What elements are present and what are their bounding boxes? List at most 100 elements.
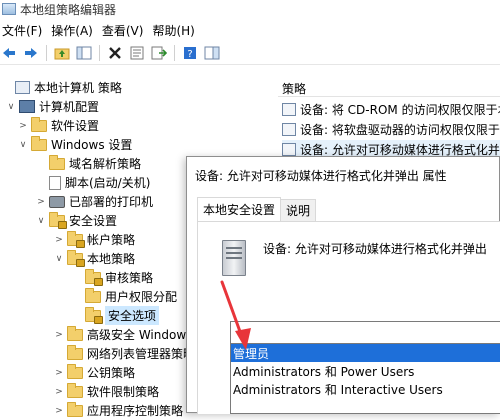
menu-view[interactable]: 查看(V): [100, 22, 151, 39]
tree-item-software-settings[interactable]: > 软件设置: [18, 116, 99, 135]
window-title: 本地组策略编辑器: [20, 2, 117, 17]
tree-item-account-policies[interactable]: > 帐户策略: [54, 230, 135, 249]
dialog-title: 设备: 允许对可移动媒体进行格式化并弹出 属性: [195, 169, 447, 183]
tree-item-label: 安全选项: [105, 306, 160, 325]
locked-folder-icon: [67, 249, 85, 267]
menu-action[interactable]: 操作(A): [49, 22, 100, 39]
policy-row[interactable]: 设备: 将 CD-ROM 的访问权限仅限于本地: [282, 100, 500, 118]
tree-item-network-list-manager[interactable]: 网络列表管理器策略: [54, 344, 195, 363]
title-bar: 本地组策略编辑器: [0, 0, 500, 18]
toolbar-separator: [174, 44, 175, 61]
forward-icon[interactable]: [22, 44, 40, 62]
dropdown-option-admins-interactive-users[interactable]: Administrators 和 Interactive Users: [231, 380, 500, 398]
tree-item-label: 公钥策略: [87, 366, 136, 380]
policy-icon: [15, 81, 30, 94]
folder-icon: [67, 363, 83, 379]
show-tree-icon[interactable]: [75, 44, 93, 62]
folder-icon: [31, 116, 47, 132]
tree-item-public-key-policies[interactable]: > 公钥策略: [54, 363, 135, 382]
tree-item-security-settings[interactable]: ∨ 安全设置: [36, 211, 117, 230]
policy-row[interactable]: 设备: 将软盘驱动器的访问权限仅限于本地: [282, 120, 500, 138]
tree-item-label: 用户权限分配: [105, 290, 178, 304]
locked-folder-icon: [85, 268, 103, 286]
allowed-users-dropdown[interactable]: 管理员 Administrators 和 Power Users Adminis…: [230, 321, 500, 414]
policy-name: 设备: 允许对可移动媒体进行格式化并弹出: [263, 242, 487, 256]
chevron-right-icon[interactable]: >: [18, 121, 28, 131]
folder-icon: [67, 344, 83, 360]
divider: [278, 96, 500, 97]
tree-item-name-resolution-policy[interactable]: 域名解析策略: [36, 154, 141, 173]
folder-icon: [49, 154, 65, 170]
policy-row-label: 设备: 将 CD-ROM 的访问权限仅限于本地: [300, 102, 500, 117]
chevron-down-icon[interactable]: ∨: [54, 254, 64, 264]
chevron-right-icon[interactable]: >: [54, 406, 64, 416]
folder-icon: [31, 135, 47, 151]
tab-explain[interactable]: 说明: [280, 199, 317, 221]
tree-item-label: 网络列表管理器策略: [87, 347, 196, 361]
folder-icon: [67, 382, 83, 398]
policy-row-label: 设备: 将软盘驱动器的访问权限仅限于本地: [300, 122, 500, 137]
tab-local-security-setting[interactable]: 本地安全设置: [197, 197, 282, 221]
folder-icon: [67, 325, 83, 341]
tree-item-local-policies[interactable]: ∨ 本地策略: [54, 249, 135, 268]
policy-setting-icon: [282, 102, 296, 116]
tree-item-label: 安全设置: [69, 214, 118, 228]
tree-item-app-control[interactable]: > 应用程序控制策略: [54, 401, 183, 420]
chevron-right-icon[interactable]: >: [54, 235, 64, 245]
menu-help[interactable]: 帮助(H): [150, 22, 201, 39]
chevron-right-icon[interactable]: >: [54, 368, 64, 378]
chevron-down-icon[interactable]: ∨: [6, 102, 16, 112]
help-icon[interactable]: ?: [181, 44, 199, 62]
tree-item-software-restriction[interactable]: > 软件限制策略: [54, 382, 159, 401]
tree-item-audit-policy[interactable]: 审核策略: [72, 268, 153, 287]
tree-item-computer-config[interactable]: ∨ 计算机配置: [6, 97, 99, 116]
tree-item-security-options[interactable]: 安全选项: [72, 306, 160, 325]
tree-item-local-computer-policy[interactable]: 本地计算机 策略: [2, 78, 122, 97]
tree-item-scripts[interactable]: 脚本(启动/关机): [36, 173, 150, 192]
dropdown-combo[interactable]: [231, 322, 500, 344]
tree-item-user-rights[interactable]: 用户权限分配: [72, 287, 177, 306]
chevron-down-icon[interactable]: ∨: [18, 140, 28, 150]
export-icon[interactable]: [150, 44, 168, 62]
menu-file[interactable]: 文件(F): [0, 22, 49, 39]
tree-item-deployed-printers[interactable]: > 已部署的打印机: [36, 192, 153, 211]
tree-item-label: 脚本(启动/关机): [65, 176, 151, 190]
tree-item-label: Windows 设置: [51, 138, 133, 152]
tree-item-advanced-firewall[interactable]: > 高级安全 Windows: [54, 325, 192, 344]
tree-item-label: 软件限制策略: [87, 385, 160, 399]
dropdown-option-administrators[interactable]: 管理员: [231, 344, 500, 362]
toolbar-separator: [99, 44, 100, 61]
locked-folder-icon: [85, 306, 103, 324]
chevron-right-icon[interactable]: >: [54, 330, 64, 340]
tree-item-label: 软件设置: [51, 119, 100, 133]
back-icon[interactable]: [0, 44, 18, 62]
menu-bar: 文件(F) 操作(A) 查看(V) 帮助(H): [0, 20, 500, 40]
locked-folder-icon: [49, 211, 67, 229]
tree-item-label: 域名解析策略: [69, 157, 142, 171]
toolbar-separator: [46, 44, 47, 61]
server-icon: [222, 240, 246, 276]
chevron-right-icon[interactable]: >: [54, 387, 64, 397]
policy-column-header[interactable]: 策略: [282, 80, 306, 97]
dropdown-option-admins-power-users[interactable]: Administrators 和 Power Users: [231, 362, 500, 380]
tree-item-label: 已部署的打印机: [69, 195, 154, 209]
locked-folder-icon: [67, 230, 85, 248]
up-folder-icon[interactable]: [53, 44, 71, 62]
chevron-down-icon[interactable]: ∨: [36, 216, 46, 226]
tree-item-label: 审核策略: [105, 271, 154, 285]
folder-icon: [85, 287, 101, 303]
properties-icon[interactable]: [128, 44, 146, 62]
tree-item-windows-settings[interactable]: ∨ Windows 设置: [18, 135, 132, 154]
properties-dialog: 设备: 允许对可移动媒体进行格式化并弹出 属性 本地安全设置 说明 设备: 允许…: [186, 156, 500, 414]
computer-icon: [19, 100, 35, 113]
delete-icon[interactable]: [106, 44, 124, 62]
tree-item-label: 本地计算机 策略: [34, 81, 122, 95]
policy-row-label: 设备: 允许对可移动媒体进行格式化并弹出: [300, 142, 500, 157]
svg-text:?: ?: [187, 49, 192, 60]
tree-item-label: 计算机配置: [39, 100, 100, 114]
chevron-right-icon[interactable]: >: [36, 197, 46, 207]
app-icon: [2, 3, 16, 15]
panel-icon[interactable]: [203, 44, 221, 62]
tree-item-label: 本地策略: [87, 252, 136, 266]
tree-item-label: 高级安全 Windows: [87, 328, 193, 342]
